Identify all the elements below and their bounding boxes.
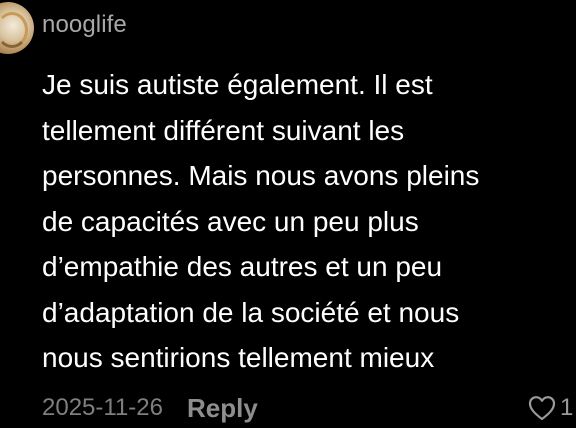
avatar[interactable] [0, 2, 34, 54]
comment-text-line: personnes. Mais nous avons pleins [42, 160, 480, 191]
like-count: 1 [560, 394, 574, 421]
comment-item: nooglife Je suis autiste également. Il e… [0, 0, 576, 428]
username[interactable]: nooglife [42, 10, 127, 40]
comment-text-line: de capacités avec un peu plus [42, 205, 419, 237]
reply-button[interactable]: Reply [187, 393, 258, 423]
comment-text-line: d’empathie des autres et un peu [42, 251, 443, 282]
comment-text: Je suis autiste également. Il est tellem… [42, 62, 562, 381]
comment-text-line: tellement différent suivant les [42, 114, 405, 146]
heart-icon [528, 395, 556, 421]
comment-text-line: Je suis autiste également. Il est [42, 69, 433, 100]
avatar-image [0, 12, 28, 48]
like-button[interactable]: 1 [528, 393, 573, 423]
comment-text-line: nous sentirions tellement mieux [42, 342, 435, 373]
comment-text-line: d’adaptation de la société et nous [42, 296, 460, 328]
comment-date: 2025-11-26 [42, 394, 163, 421]
comment-meta: 2025-11-26 Reply [42, 392, 258, 424]
